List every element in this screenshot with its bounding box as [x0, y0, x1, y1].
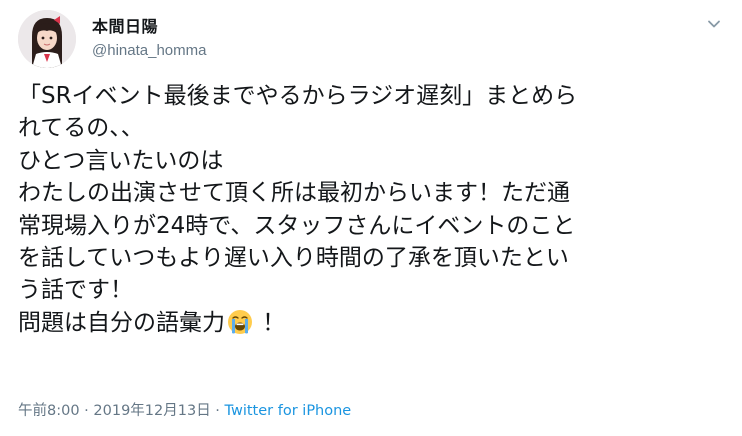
tweet-text-line: を話していつもより遅い入り時間の了承を頂いたとい	[18, 245, 569, 272]
tweet-text-line: ひとつ言いたいのは	[18, 147, 224, 174]
tweet-date[interactable]: 2019年12月13日	[93, 403, 210, 419]
profile-photo-image	[18, 10, 76, 68]
display-name[interactable]: 本間日陽	[92, 13, 158, 37]
tweet-text-line: わたしの出演させて頂く所は最初からいます！ただ通	[18, 180, 570, 207]
tweet-text-segment: ！	[255, 309, 286, 336]
tweet-meta: 午前8:00 · 2019年12月13日 · Twitter for iPhon…	[18, 399, 351, 420]
user-handle[interactable]: @hinata_homma	[92, 42, 206, 59]
tweet-time[interactable]: 午前8:00	[18, 403, 80, 419]
tweet-text-line: う話です！	[18, 277, 133, 304]
tweet-text: 「SRイベント最後までやるからラジオ遅刻」まとめら れてるの、、 ひとつ言いたい…	[18, 80, 730, 339]
tweet-text-last-line: 問題は自分の語彙力 ！	[18, 307, 730, 339]
tweet-text-segment: 問題は自分の語彙力	[18, 309, 225, 336]
tweet-text-line: 常現場入りが24時で、スタッフさんにイベントのこと	[18, 212, 576, 239]
meta-separator: ·	[210, 403, 225, 419]
avatar[interactable]	[18, 10, 76, 68]
loudly-crying-face-icon	[227, 309, 253, 335]
tweet-source-link[interactable]: Twitter for iPhone	[225, 403, 352, 419]
tweet-text-line: 「SRイベント最後までやるからラジオ遅刻」まとめら	[18, 83, 578, 109]
chevron-down-icon[interactable]	[706, 16, 722, 32]
meta-separator: ·	[79, 403, 94, 419]
tweet-text-line: れてるの、、	[18, 115, 144, 142]
